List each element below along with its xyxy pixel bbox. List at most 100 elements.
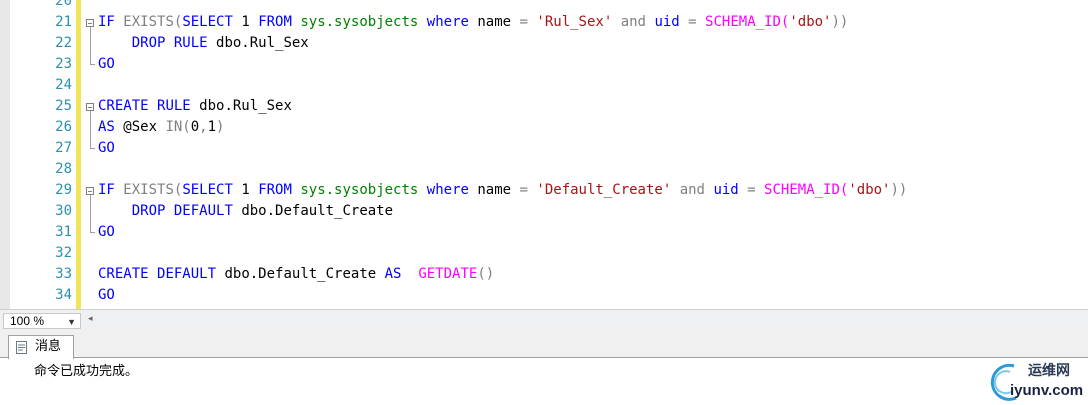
line-number: 27 [55,140,72,156]
results-tab-strip: 消息 [0,332,1088,359]
code-token: DROP [131,35,166,51]
code-token: 1 [232,182,259,198]
tab-messages[interactable]: 消息 [8,335,74,359]
code-line[interactable]: CREATE DEFAULT dbo.Default_Create AS GET… [98,264,494,285]
code-token: where [426,14,469,30]
code-line[interactable]: IF EXISTS(SELECT 1 FROM sys.sysobjects w… [98,12,848,33]
code-token: 'dbo' [789,14,832,30]
code-token: , [199,119,208,135]
code-token: () [477,266,495,282]
line-number: 20 [55,0,72,9]
code-line[interactable]: CREATE RULE dbo.Rul_Sex [98,96,292,117]
code-token: dbo.Rul_Sex [207,35,309,51]
selection-margin[interactable] [0,0,10,309]
code-line[interactable]: AS @Sex IN(0,1) [98,117,224,138]
code-line[interactable]: GO [98,285,115,306]
code-token: and [620,14,646,30]
code-line[interactable]: DROP RULE dbo.Rul_Sex [98,33,309,54]
code-token: 'Rul_Sex' [536,14,613,30]
code-token: IF [98,182,115,198]
code-token: EXISTS( [123,14,183,30]
watermark: 运维网 iyunv.com [984,358,1088,405]
code-token: RULE [157,98,191,114]
code-token: 1 [232,14,259,30]
watermark-url: iyunv.com [1010,382,1084,399]
code-token: )) [831,14,849,30]
code-token: uid [713,182,739,198]
code-token: and [679,182,705,198]
code-token: GETDATE [418,266,478,282]
sql-editor[interactable]: 20 21 IF EXISTS(SELECT 1 FROM sys.sysobjec… [0,0,1088,309]
code-token: 'Default_Create' [536,182,672,198]
code-token: GO [98,56,115,72]
change-tracking-bar [76,0,81,309]
collapse-toggle-icon[interactable] [86,187,94,195]
line-number: 21 [55,14,72,30]
code-token: sys.sysobjects [300,182,419,198]
line-number: 23 [55,56,72,72]
line-number: 28 [55,161,72,177]
code-token: AS [98,119,115,135]
code-token: = [688,14,697,30]
code-line[interactable]: GO [98,138,115,159]
line-number: 22 [55,35,72,51]
line-number: 33 [55,266,72,282]
code-line[interactable]: GO [98,222,115,243]
code-token: uid [654,14,680,30]
code-token: RULE [173,35,208,51]
collapse-toggle-icon[interactable] [86,19,94,27]
code-token: IF [98,14,115,30]
line-number: 32 [55,245,72,261]
line-number: 34 [55,287,72,303]
code-token: @Sex [114,119,166,135]
line-number: 30 [55,203,72,219]
code-token: 1 [207,119,217,135]
messages-icon [16,341,27,354]
code-token: ) [216,119,225,135]
line-number: 25 [55,98,72,114]
scroll-left-arrow-icon[interactable]: ◂ [88,314,93,324]
code-token: AS [384,266,402,282]
code-token: DROP [131,203,166,219]
watermark-title: 运维网 [1028,363,1070,379]
code-token: CREATE [98,266,149,282]
line-number: 29 [55,182,72,198]
code-token: = [519,14,528,30]
code-token: 0 [190,119,200,135]
code-token: CREATE [98,98,149,114]
code-token: SCHEMA_ID( [705,14,790,30]
code-token: dbo.Default_Create [216,266,385,282]
code-line[interactable]: IF EXISTS(SELECT 1 FROM sys.sysobjects w… [98,180,907,201]
code-token: dbo.Default_Create [232,203,394,219]
code-token: GO [98,140,115,156]
code-token: name [468,182,520,198]
collapse-toggle-icon[interactable] [86,103,94,111]
code-line[interactable]: DROP DEFAULT dbo.Default_Create [98,201,393,222]
code-token: FROM [258,182,292,198]
code-token: )) [890,182,908,198]
code-token: 'dbo' [848,182,891,198]
code-token: EXISTS( [123,182,183,198]
code-line[interactable]: GO [98,54,115,75]
outline-guide-end [90,232,95,233]
code-token: sys.sysobjects [300,14,419,30]
chevron-down-icon[interactable]: ▼ [67,315,76,329]
outline-guide-end [90,148,95,149]
code-token: ( [182,119,191,135]
line-number: 31 [55,224,72,240]
code-token: where [426,182,469,198]
zoom-dropdown[interactable]: 100 % ▼ [3,313,81,329]
code-token: = [747,182,756,198]
